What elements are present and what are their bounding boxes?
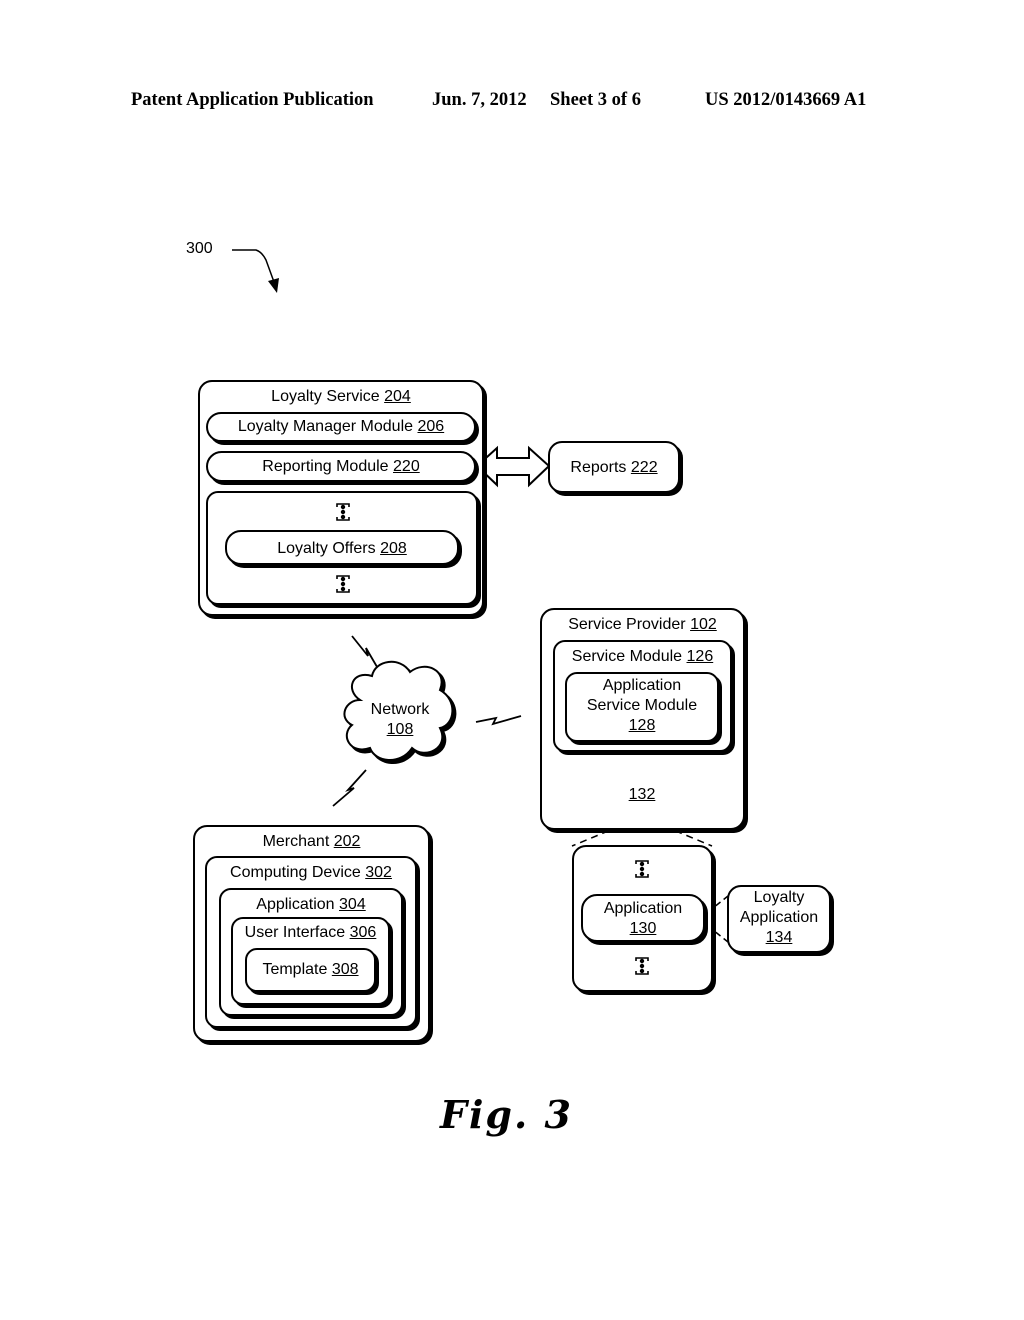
loyalty-application-line1: Loyalty [753, 889, 805, 906]
lightning-bolt-icon [475, 715, 522, 726]
reports-title: Reports [570, 459, 627, 476]
double-arrow [475, 445, 551, 488]
reporting-module-number: 220 [393, 458, 420, 475]
loyalty-offers[interactable]: Loyalty Offers 208 [225, 530, 459, 565]
reporting-module-title: Reporting Module [262, 458, 389, 475]
computing-device-title: Computing Device [230, 864, 361, 881]
loyalty-manager-number: 206 [417, 418, 445, 435]
loyalty-application-number: 134 [765, 929, 793, 946]
app-service-module-line2: Service Module [586, 697, 698, 714]
figure-caption: Fig. 3 [440, 1092, 573, 1137]
application-130-number: 130 [629, 920, 657, 937]
loyalty-offers-title: Loyalty Offers [277, 540, 376, 557]
reports-box[interactable]: Reports 222 [548, 441, 680, 493]
loyalty-service-label: Loyalty Service 204 [200, 387, 482, 407]
application-130[interactable]: Application 130 [581, 894, 705, 942]
ellipsis-icon [336, 575, 350, 593]
application-service-module-box[interactable]: Application Service Module 128 [565, 672, 719, 742]
reports-number: 222 [630, 459, 658, 476]
loyalty-offers-number: 208 [380, 540, 407, 557]
merchant-title: Merchant [262, 833, 330, 850]
user-interface-title: User Interface [244, 924, 346, 941]
service-module-title: Service Module [571, 648, 683, 665]
merchant-application-number: 304 [339, 896, 366, 913]
lightning-bolt-icon [351, 635, 381, 673]
computing-device-number: 302 [365, 864, 392, 881]
ellipsis-icon [336, 503, 350, 521]
template-box[interactable]: Template 308 [245, 948, 376, 992]
storage-number: 132 [628, 786, 656, 803]
loyalty-manager-module[interactable]: Loyalty Manager Module 206 [206, 412, 476, 442]
network-title: Network [370, 701, 430, 718]
reporting-module[interactable]: Reporting Module 220 [206, 451, 476, 482]
lightning-bolt-icon [332, 769, 367, 807]
merchant-application-title: Application [256, 896, 335, 913]
service-provider-title: Service Provider [568, 616, 686, 633]
loyalty-service-title: Loyalty Service [271, 388, 380, 405]
reference-arrow [232, 249, 275, 283]
service-module-number: 126 [686, 648, 714, 665]
loyalty-application-box[interactable]: Loyalty Application 134 [727, 885, 831, 953]
template-title: Template [262, 961, 328, 978]
service-provider-number: 102 [690, 616, 717, 633]
network-label: Network 108 [360, 700, 440, 740]
loyalty-service-number: 204 [384, 388, 411, 405]
reference-arrowhead [268, 278, 279, 293]
merchant-number: 202 [333, 833, 361, 850]
loyalty-application-line2: Application [739, 909, 819, 926]
template-number: 308 [331, 961, 359, 978]
ellipsis-icon [635, 957, 649, 975]
loyalty-manager-title: Loyalty Manager Module [237, 418, 414, 435]
user-interface-number: 306 [349, 924, 377, 941]
network-number: 108 [386, 721, 414, 738]
application-130-title: Application [603, 900, 683, 917]
app-service-module-line1: Application [602, 677, 682, 694]
app-service-module-number: 128 [628, 717, 656, 734]
ellipsis-icon [635, 860, 649, 878]
